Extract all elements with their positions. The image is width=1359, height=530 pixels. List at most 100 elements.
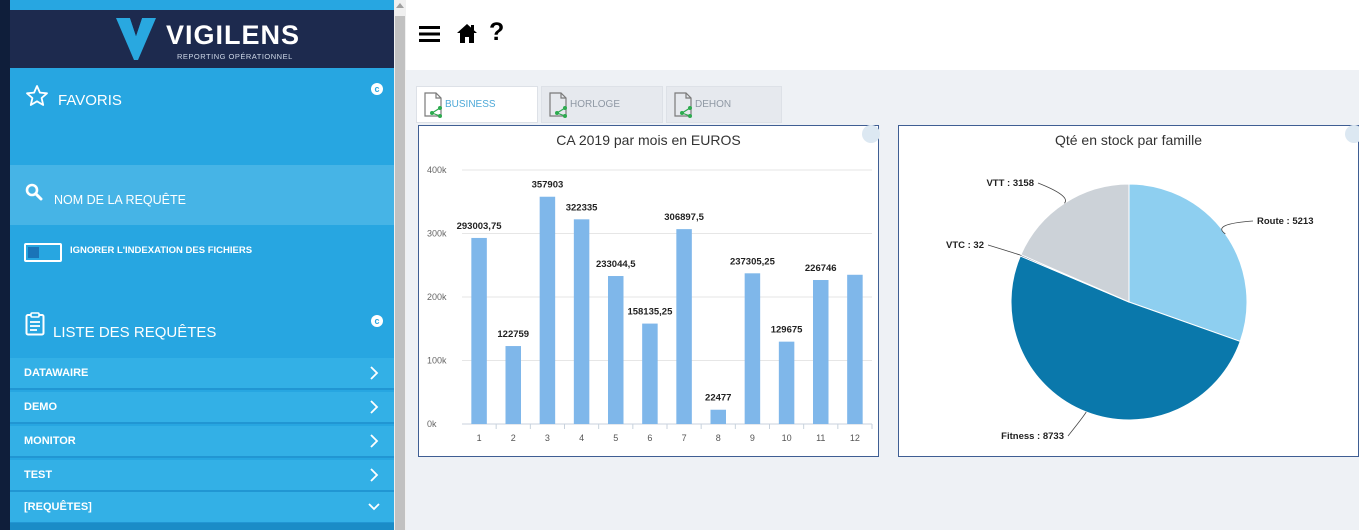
bar[interactable] [778,341,795,424]
sidebar-scrollbar[interactable] [394,0,406,530]
pie-label: VTC : 32 [946,240,984,251]
chevron-down-icon [368,503,380,511]
x-tick-label: 5 [613,433,618,443]
sidebar-item-label: DATAWAIRE [24,367,89,379]
tab-business[interactable]: BUSINESS [416,86,538,123]
sidebar-item-test[interactable]: TEST [10,460,394,492]
report-file-icon [424,92,442,118]
sidebar-item-label: DEMO [24,401,57,413]
bar[interactable] [608,276,624,424]
bar[interactable] [813,280,829,424]
sidebar-item-label: TEST [24,469,53,481]
favoris-collapse-button[interactable]: c [371,83,383,95]
report-file-icon [549,92,567,118]
ignore-indexation-toggle[interactable] [24,243,62,262]
pie-chart: Route : 5213 Fitness : 8733 VTC : 32 VTT : … [946,178,1314,442]
data-label: 322335 [566,202,598,213]
bar[interactable] [847,274,863,424]
pie-connector [1037,182,1066,204]
brand-title: VIGILENS [166,20,301,50]
favoris-title[interactable]: FAVORIS [58,92,122,109]
bar[interactable] [505,346,522,424]
x-tick-label: 11 [816,433,825,443]
sidebar-item-requetes[interactable]: [REQUÊTES] [10,492,394,524]
help-button[interactable]: ? [489,18,504,47]
data-label: 129675 [771,325,803,336]
data-label: 22477 [705,393,731,404]
pie-connector [1067,411,1087,437]
data-label: 237305,25 [730,256,776,267]
x-tick-label: 12 [850,433,860,443]
x-tick-label: 9 [750,433,755,443]
search-icon [25,183,43,201]
y-tick-label: 100k [427,356,447,366]
y-tick-label: 200k [427,292,447,302]
sidebar-bottom-strip [10,523,394,530]
bar[interactable] [539,196,556,424]
list-title: LISTE DES REQUÊTES [53,324,217,341]
pie-label: Route : 5213 [1257,216,1314,227]
tab-label: HORLOGE [570,99,621,110]
sidebar-edge [0,0,10,530]
scrollbar-thumb[interactable] [395,16,405,530]
app-root: VIGILENS REPORTING OPÉRATIONNEL FAVORIS … [0,0,1359,530]
sidebar-item-label: [REQUÊTES] [24,501,92,513]
tab-horloge[interactable]: HORLOGE [541,86,663,123]
hamburger-icon[interactable] [419,25,440,43]
bar[interactable] [471,237,487,424]
data-label: 306897,5 [664,212,704,223]
home-icon[interactable] [456,23,478,44]
x-tick-label: 7 [682,433,687,443]
star-icon [26,85,48,106]
favoris-section: FAVORIS c [10,68,394,164]
y-tick-label: 0k [427,419,437,429]
chevron-right-icon [370,468,379,482]
pie-label: Fitness : 8733 [1001,431,1064,442]
list-icon [25,312,45,336]
y-tick-label: 300k [427,229,447,239]
pie-chart-panel: Qté en stock par famille Route : 5213 Fit… [898,125,1359,457]
search-section[interactable]: NOM DE LA REQUÊTE [10,165,394,225]
x-tick-label: 8 [716,433,721,443]
tab-dehon[interactable]: DEHON [666,86,782,123]
x-tick-label: 10 [782,433,792,443]
list-collapse-button[interactable]: c [371,315,383,327]
data-label: 226746 [805,263,837,274]
logo-bar: VIGILENS REPORTING OPÉRATIONNEL [10,10,394,68]
tab-label: BUSINESS [445,99,496,110]
data-label: 158135,25 [627,307,673,318]
bar-chart: 0k 100k 200k 300k 400k 1 293003,75 2 122759 3 3579… [427,165,873,443]
chevron-right-icon [370,400,379,414]
sidebar: VIGILENS REPORTING OPÉRATIONNEL FAVORIS … [0,0,394,530]
ignore-indexation-label: IGNORER L'INDEXATION DES FICHIERS [70,245,253,256]
scroll-up-icon[interactable] [396,3,404,8]
x-tick-label: 2 [511,433,516,443]
sidebar-item-label: MONITOR [24,435,76,447]
report-file-icon [674,92,692,118]
bar[interactable] [710,409,727,424]
top-toolbar: ? [406,0,1359,70]
pie-connector [987,244,1022,256]
chevron-right-icon [370,434,379,448]
x-tick-label: 3 [545,433,550,443]
sidebar-item-demo[interactable]: DEMO [10,392,394,424]
x-tick-label: 6 [647,433,652,443]
sidebar-item-monitor[interactable]: MONITOR [10,426,394,458]
bar-chart-panel: CA 2019 par mois en EUROS 0k 100k 200k 300k… [418,125,880,457]
bar[interactable] [573,219,590,424]
bar[interactable] [642,323,658,424]
tab-label: DEHON [695,99,732,110]
data-label: 357903 [532,180,564,191]
data-label: 293003,75 [457,221,503,232]
data-label: 122759 [497,329,529,340]
bar[interactable] [744,273,761,424]
search-label: NOM DE LA REQUÊTE [54,193,186,207]
brand-subtitle: REPORTING OPÉRATIONNEL [177,52,293,61]
x-tick-label: 4 [579,433,584,443]
bar[interactable] [676,229,692,424]
pie-connector [1221,220,1254,235]
sidebar-item-datawaire[interactable]: DATAWAIRE [10,358,394,390]
data-label: 233044,5 [596,259,636,270]
y-tick-label: 400k [427,165,447,175]
x-tick-label: 1 [477,433,482,443]
